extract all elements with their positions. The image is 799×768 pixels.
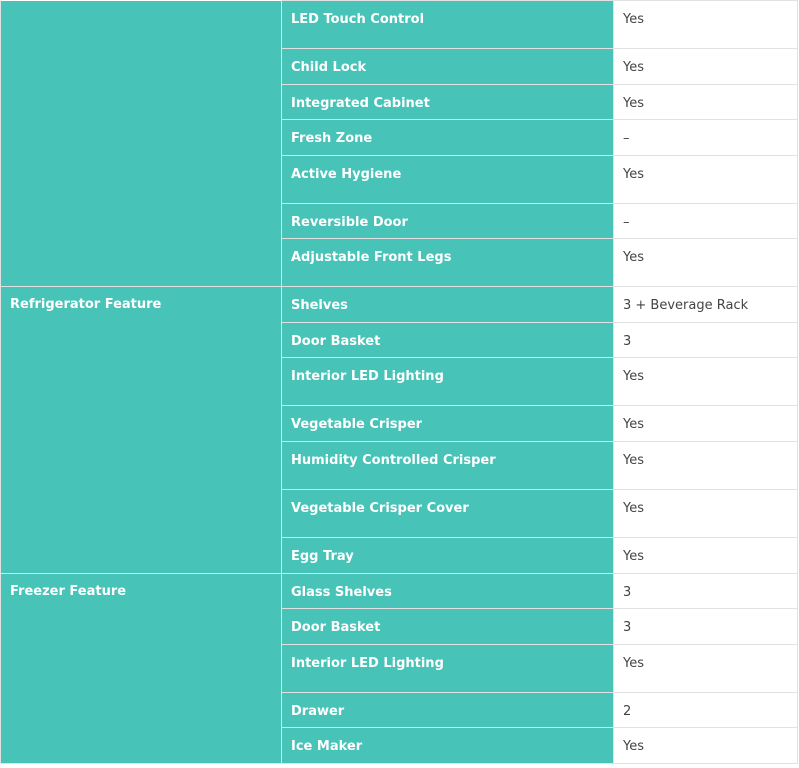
feature-cell: Ice Maker [281,727,614,764]
feature-cell: Interior LED Lighting [281,357,614,406]
feature-cell: Drawer [281,692,614,728]
value-cell: 3 [613,608,798,645]
feature-cell: Child Lock [281,48,614,85]
feature-cell: Door Basket [281,608,614,645]
feature-cell: Active Hygiene [281,155,614,204]
feature-cell: Reversible Door [281,203,614,239]
feature-cell: Door Basket [281,322,614,358]
feature-cell: Fresh Zone [281,119,614,156]
value-cell: Yes [613,489,798,538]
table-row: Freezer Feature Glass Shelves 3 [0,573,798,764]
feature-cell: Humidity Controlled Crisper [281,441,614,490]
feature-cell: Shelves [281,286,614,323]
value-cell: Yes [613,84,798,120]
feature-cell: Glass Shelves [281,573,614,609]
value-cell: Yes [613,155,798,204]
value-cell: – [613,119,798,156]
value-cell: Yes [613,537,798,574]
table-row: Refrigerator Feature Shelves 3 + Beverag… [0,286,798,574]
value-cell: Yes [613,727,798,764]
value-cell: 3 + Beverage Rack [613,286,798,323]
value-cell: Yes [613,405,798,442]
table-row: LED Touch Control Yes [0,0,798,287]
value-cell: Yes [613,357,798,406]
feature-cell: Adjustable Front Legs [281,238,614,287]
value-cell: Yes [613,238,798,287]
value-cell: Yes [613,644,798,693]
feature-cell: Interior LED Lighting [281,644,614,693]
value-cell: 3 [613,573,798,609]
feature-cell: Egg Tray [281,537,614,574]
feature-cell: Vegetable Crisper [281,405,614,442]
value-cell: Yes [613,441,798,490]
category-cell: Freezer Feature [0,573,282,764]
feature-cell: Integrated Cabinet [281,84,614,120]
category-cell [0,0,282,287]
value-cell: – [613,203,798,239]
value-cell: Yes [613,0,798,49]
value-cell: 2 [613,692,798,728]
feature-cell: Vegetable Crisper Cover [281,489,614,538]
spec-table: LED Touch Control Yes Child Lock Yes Int… [0,0,798,764]
value-cell: 3 [613,322,798,358]
category-cell: Refrigerator Feature [0,286,282,574]
value-cell: Yes [613,48,798,85]
feature-cell: LED Touch Control [281,0,614,49]
